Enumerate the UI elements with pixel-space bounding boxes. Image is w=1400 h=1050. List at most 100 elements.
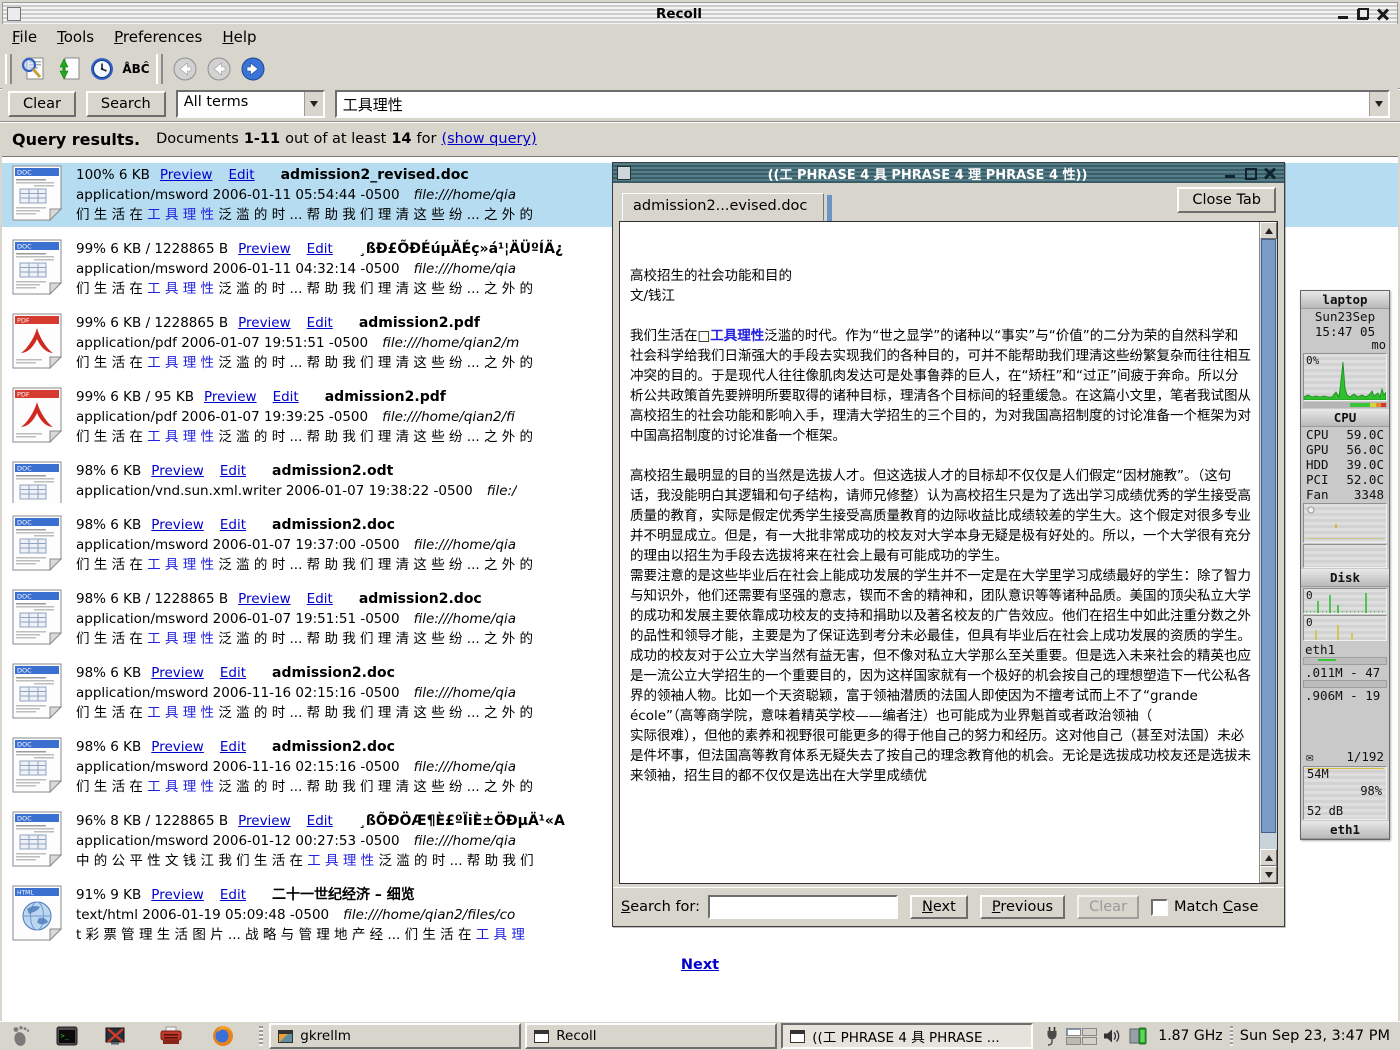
- no-display-icon[interactable]: [102, 1024, 128, 1048]
- sort-document-icon[interactable]: [51, 53, 85, 85]
- taskbar-button-window[interactable]: Recoll: [525, 1023, 777, 1049]
- scroll-up-icon[interactable]: [1260, 849, 1277, 866]
- minimize-icon[interactable]: [1337, 8, 1349, 20]
- find-input[interactable]: [708, 895, 898, 919]
- preview-link[interactable]: Preview: [238, 591, 291, 607]
- edit-link[interactable]: Edit: [220, 517, 246, 533]
- workspace-pager[interactable]: [1066, 1028, 1097, 1045]
- result-mimetype-date: application/msword 2006-01-11 05:54:44 -…: [76, 187, 400, 203]
- match-case-checkbox[interactable]: [1151, 899, 1168, 916]
- chevron-down-icon[interactable]: [1369, 92, 1388, 116]
- find-document-icon[interactable]: [17, 53, 51, 85]
- clear-button[interactable]: Clear: [8, 91, 76, 117]
- scroll-down-icon[interactable]: [1260, 866, 1277, 883]
- edit-link[interactable]: Edit: [307, 813, 333, 829]
- scrollbar-thumb[interactable]: [1261, 239, 1276, 833]
- workspace-3[interactable]: [1066, 1037, 1081, 1045]
- mail-row[interactable]: ✉ 1/192: [1301, 749, 1389, 765]
- history-clock-icon[interactable]: [85, 53, 119, 85]
- preview-link[interactable]: Preview: [151, 665, 204, 681]
- find-previous-button[interactable]: Previous: [980, 895, 1065, 919]
- tab-admission2-revised-doc[interactable]: admission2...evised.doc: [622, 193, 824, 221]
- preview-link[interactable]: Preview: [238, 813, 291, 829]
- term-explorer-icon[interactable]: ÅBĈ: [119, 53, 153, 85]
- edit-link[interactable]: Edit: [228, 167, 254, 183]
- search-mode-value: All terms: [178, 92, 304, 116]
- menu-help[interactable]: Help: [220, 26, 266, 48]
- workspace-2[interactable]: [1082, 1028, 1097, 1036]
- workspace-1[interactable]: [1066, 1028, 1081, 1036]
- menu-preferences[interactable]: Preferences: [112, 26, 212, 48]
- typewriter-icon[interactable]: [158, 1024, 184, 1048]
- preview-link[interactable]: Preview: [160, 167, 213, 183]
- toolbar-grip[interactable]: [5, 54, 12, 84]
- preview-window-title: ((工 PHRASE 4 具 PHRASE 4 理 PHRASE 4 性)): [631, 164, 1224, 183]
- terminal-icon[interactable]: >_: [54, 1024, 80, 1048]
- edit-link[interactable]: Edit: [307, 591, 333, 607]
- snippet-text: 们 生 活 在: [76, 355, 147, 371]
- preview-window[interactable]: ((工 PHRASE 4 具 PHRASE 4 理 PHRASE 4 性)) a…: [612, 162, 1285, 927]
- find-clear-button[interactable]: Clear: [1077, 895, 1139, 919]
- main-titlebar[interactable]: Recoll: [2, 2, 1398, 25]
- search-input[interactable]: [337, 92, 1369, 116]
- workspace-4[interactable]: [1082, 1037, 1097, 1045]
- forward-icon[interactable]: [236, 53, 270, 85]
- edit-link[interactable]: Edit: [220, 887, 246, 903]
- maximize-icon[interactable]: [1244, 167, 1256, 179]
- result-text: 98% 6 KBPreviewEditadmission2.docapplica…: [76, 515, 533, 575]
- chevron-down-icon[interactable]: [304, 92, 323, 116]
- edit-link[interactable]: Edit: [307, 315, 333, 331]
- preview-link[interactable]: Preview: [151, 517, 204, 533]
- menu-tools[interactable]: Tools: [55, 26, 104, 48]
- preview-link[interactable]: Preview: [204, 389, 257, 405]
- maximize-icon[interactable]: [1357, 8, 1369, 20]
- search-button[interactable]: Search: [86, 91, 166, 117]
- scroll-up-icon[interactable]: [1260, 222, 1277, 239]
- preview-link[interactable]: Preview: [151, 463, 204, 479]
- taskbar-button-window[interactable]: ((工 PHRASE 4 具 PHRASE ...: [781, 1023, 1033, 1049]
- gnome-foot-icon[interactable]: [8, 1024, 34, 1048]
- back-icon[interactable]: [168, 53, 202, 85]
- taskbar-grip[interactable]: [259, 1026, 263, 1046]
- preview-titlebar[interactable]: ((工 PHRASE 4 具 PHRASE 4 理 PHRASE 4 性)): [613, 163, 1284, 183]
- back-icon[interactable]: [202, 53, 236, 85]
- preview-scrollbar[interactable]: [1259, 222, 1277, 883]
- gkrellm-footer: eth1: [1301, 821, 1389, 839]
- firefox-icon[interactable]: [210, 1024, 236, 1048]
- temperature-row: HDD39.0C: [1301, 457, 1389, 472]
- preview-link[interactable]: Preview: [151, 887, 204, 903]
- speaker-icon[interactable]: [1102, 1024, 1122, 1048]
- results-range: 1-11: [244, 131, 280, 147]
- edit-link[interactable]: Edit: [220, 739, 246, 755]
- close-icon[interactable]: [1264, 167, 1276, 179]
- result-mimetype-date: application/pdf 2006-01-07 19:51:51 -050…: [76, 335, 368, 351]
- close-tab-button[interactable]: Close Tab: [1177, 187, 1276, 213]
- taskbar-clock: Sun Sep 23, 3:47 PM: [1240, 1028, 1390, 1044]
- minimize-icon[interactable]: [1224, 167, 1236, 179]
- preview-link[interactable]: Preview: [238, 315, 291, 331]
- html-file-icon: HTML: [12, 885, 62, 941]
- preview-link[interactable]: Preview: [238, 241, 291, 257]
- find-next-button[interactable]: Next: [910, 895, 968, 919]
- taskbar-separator[interactable]: [1230, 1026, 1233, 1046]
- edit-link[interactable]: Edit: [220, 463, 246, 479]
- preview-link[interactable]: Preview: [151, 739, 204, 755]
- toolbar-grip[interactable]: [156, 54, 163, 84]
- result-filename: admission2.odt: [272, 463, 393, 479]
- edit-link[interactable]: Edit: [220, 665, 246, 681]
- edit-link[interactable]: Edit: [273, 389, 299, 405]
- cpu-frequency-icon[interactable]: [1127, 1024, 1149, 1048]
- power-plug-icon[interactable]: [1043, 1024, 1061, 1048]
- cpu-load-chart: 0%: [1303, 353, 1387, 401]
- edit-link[interactable]: Edit: [307, 241, 333, 257]
- preview-text-area[interactable]: 高校招生的社会功能和目的 文/钱江我们生活在□工具理性泛滥的时代。作为“世之显学…: [619, 221, 1278, 884]
- gkrellm-monitor[interactable]: laptop Sun23Sep 15:47 05 mo 0% CPU CPU59…: [1300, 290, 1390, 840]
- taskbar-button-gkrellm[interactable]: gkrellm: [269, 1023, 521, 1049]
- menu-bar: File Tools Preferences Help: [2, 24, 1398, 50]
- show-query-link[interactable]: (show query): [441, 131, 536, 147]
- search-mode-select[interactable]: All terms: [176, 90, 325, 118]
- close-icon[interactable]: [1377, 8, 1389, 20]
- next-page-link[interactable]: Next: [681, 957, 719, 973]
- menu-file[interactable]: File: [10, 26, 47, 48]
- disk-read-chart: 0: [1303, 588, 1387, 614]
